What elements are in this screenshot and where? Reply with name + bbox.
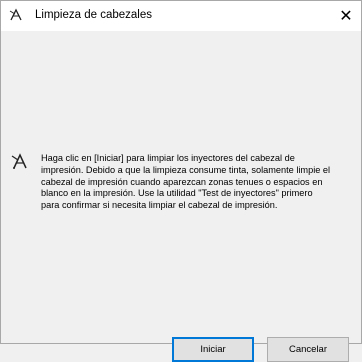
window-title: Limpieza de cabezales [35, 9, 152, 21]
start-button-label: Iniciar [200, 344, 226, 355]
print-head-cleaning-icon [11, 152, 29, 170]
print-head-cleaning-icon [9, 8, 23, 22]
start-button[interactable]: Iniciar [172, 337, 254, 362]
close-icon: ✕ [339, 8, 353, 25]
dialog-content: Haga clic en [Iniciar] para limpiar los … [1, 31, 361, 362]
title-bar[interactable]: Limpieza de cabezales ✕ [1, 1, 361, 31]
close-button[interactable]: ✕ [331, 1, 361, 31]
dialog-message: Haga clic en [Iniciar] para limpiar los … [41, 153, 331, 211]
cancel-button-label: Cancelar [288, 344, 328, 355]
dialog-window: Limpieza de cabezales ✕ Haga clic en [In… [0, 0, 362, 362]
cancel-button[interactable]: Cancelar [267, 337, 349, 362]
